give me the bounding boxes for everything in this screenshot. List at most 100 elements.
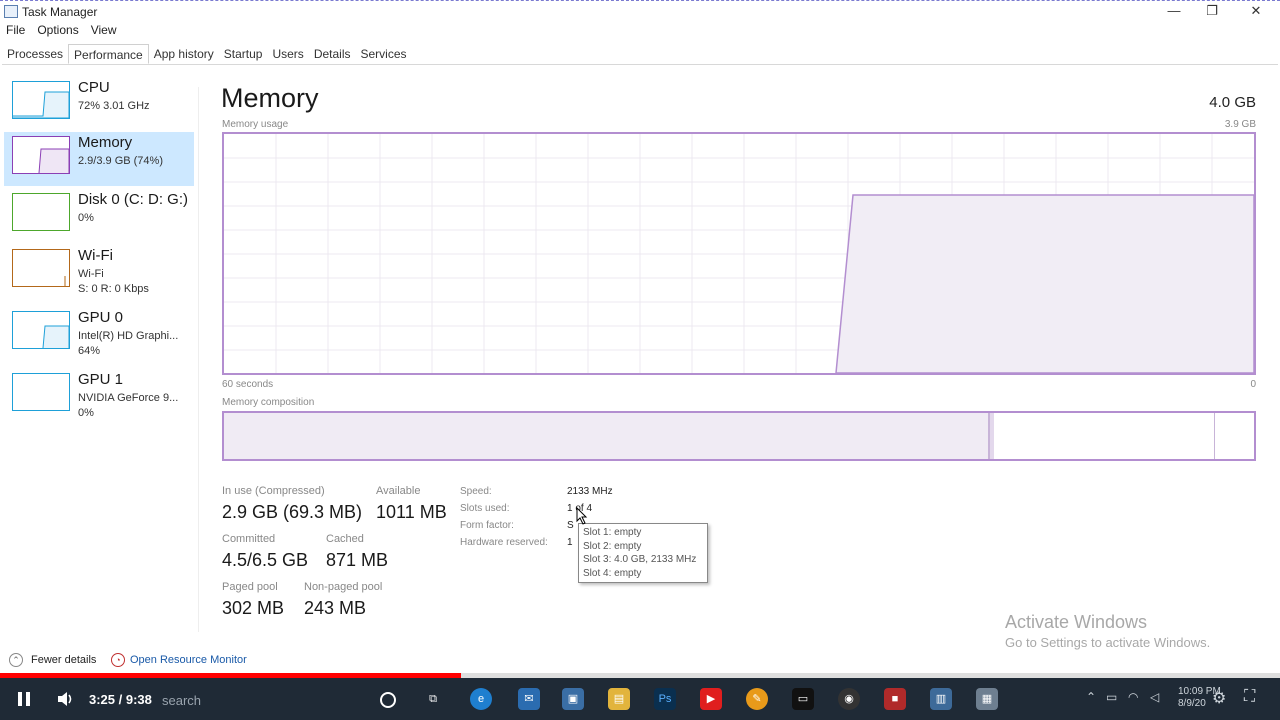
app-icon-orange[interactable]: ✎: [746, 688, 768, 710]
maximize-button[interactable]: ❐: [1192, 2, 1232, 22]
sidebar-item-disk[interactable]: Disk 0 (C: D: G:) 0%: [4, 189, 194, 243]
available-value: 1011 MB: [376, 502, 447, 522]
sidebar-item-cpu[interactable]: CPU 72% 3.01 GHz: [4, 77, 194, 131]
gpu0-thumbnail: [12, 311, 70, 349]
tab-users[interactable]: Users: [267, 44, 308, 64]
photoshop-icon[interactable]: Ps: [654, 688, 676, 710]
fullscreen-icon[interactable]: ⛶: [1244, 688, 1255, 706]
tooltip-line: Slot 1: empty: [583, 527, 642, 538]
tab-startup[interactable]: Startup: [219, 44, 268, 64]
sidebar-item-memory[interactable]: Memory 2.9/3.9 GB (74%): [4, 132, 194, 186]
memory-usage-label: Memory usage: [222, 119, 289, 130]
memory-usage-plot: [224, 134, 1254, 373]
tab-services[interactable]: Services: [356, 44, 412, 64]
hardware-reserved-label: Hardware reserved:: [460, 537, 548, 548]
sidebar-item-sub: 0%: [78, 212, 94, 224]
sidebar-item-gpu0[interactable]: GPU 0 Intel(R) HD Graphi... 64%: [4, 307, 194, 361]
menu-options[interactable]: Options: [37, 23, 78, 41]
open-resource-monitor-link[interactable]: Open Resource Monitor: [130, 654, 247, 666]
form-factor-label: Form factor:: [460, 520, 514, 531]
page-title: Memory: [221, 83, 319, 113]
sidebar-item-wifi[interactable]: Wi-Fi Wi-Fi S: 0 R: 0 Kbps: [4, 245, 194, 299]
disk-thumbnail: [12, 193, 70, 231]
mail-icon[interactable]: ✉: [518, 688, 540, 710]
youtube-icon[interactable]: ▶: [700, 688, 722, 710]
memory-usage-graph: [222, 132, 1256, 375]
sidebar-item-label: Wi-Fi: [78, 247, 113, 264]
tab-bar: Processes Performance App history Startu…: [2, 44, 1278, 65]
sidebar-item-gpu1[interactable]: GPU 1 NVIDIA GeForce 9... 0%: [4, 369, 194, 423]
sidebar-item-sub: Wi-Fi: [78, 268, 104, 280]
close-button[interactable]: ✕: [1236, 2, 1276, 22]
taskbar-search-text[interactable]: search: [162, 693, 201, 708]
task-view-icon[interactable]: ⧉: [422, 688, 444, 710]
composition-standby-divider: [1214, 413, 1215, 459]
resource-monitor-icon[interactable]: ◔: [111, 653, 125, 667]
menu-file[interactable]: File: [6, 23, 25, 41]
minimize-button[interactable]: —: [1154, 2, 1194, 22]
store-icon[interactable]: ▣: [562, 688, 584, 710]
tab-details[interactable]: Details: [309, 44, 356, 64]
file-explorer-icon[interactable]: ▤: [608, 688, 630, 710]
performance-sidebar: CPU 72% 3.01 GHz Memory 2.9/3.9 GB (74%)…: [0, 65, 196, 645]
sidebar-item-sub: Intel(R) HD Graphi...: [78, 330, 179, 342]
slots-label: Slots used:: [460, 503, 510, 514]
sidebar-item-sub: 72% 3.01 GHz: [78, 100, 150, 112]
memory-composition-label: Memory composition: [222, 397, 315, 408]
sidebar-item-sub: NVIDIA GeForce 9...: [78, 392, 179, 404]
composition-in-use: [224, 413, 990, 459]
memory-mini-graph: [38, 148, 70, 174]
task-manager-icon: [4, 5, 18, 18]
cached-label: Cached: [326, 533, 364, 545]
gpu0-mini-graph: [42, 325, 70, 349]
fewer-details-link[interactable]: Fewer details: [31, 654, 96, 666]
sidebar-item-label: CPU: [78, 79, 110, 96]
network-icon[interactable]: ▭: [1106, 690, 1117, 704]
cached-value: 871 MB: [326, 550, 389, 570]
title-bar: Task Manager — ❐ ✕: [0, 1, 1280, 23]
nonpaged-pool-value: 243 MB: [304, 598, 367, 618]
wifi-thumbnail: [12, 249, 70, 287]
task-manager-taskbar-icon[interactable]: ▦: [976, 688, 998, 710]
wifi-tray-icon[interactable]: ◠: [1128, 690, 1138, 704]
sidebar-item-label: GPU 0: [78, 309, 124, 326]
time-end-label: 0: [1250, 379, 1256, 390]
form-factor-value: S: [567, 520, 574, 531]
sidebar-item-sub2: 0%: [78, 407, 94, 419]
cpu-mini-graph: [13, 91, 70, 119]
mouse-cursor-icon: [576, 507, 588, 525]
committed-label: Committed: [222, 533, 276, 545]
volume-icon[interactable]: [56, 690, 76, 708]
tray-chevron-icon[interactable]: ⌃: [1086, 690, 1096, 704]
speaker-icon[interactable]: ◁: [1150, 690, 1159, 704]
speed-label: Speed:: [460, 486, 492, 497]
time-span-label: 60 seconds: [222, 379, 274, 390]
edge-icon[interactable]: e: [470, 688, 492, 710]
committed-value: 4.5/6.5 GB: [222, 550, 309, 570]
pause-icon[interactable]: [14, 689, 34, 709]
sidebar-divider: [198, 87, 199, 632]
taskbar: 3:25 / 9:38 search ⧉ e ✉ ▣ ▤ Ps ▶ ✎ ▭ ◉ …: [0, 678, 1280, 720]
app-icon-blue[interactable]: ▥: [930, 688, 952, 710]
gpu1-thumbnail: [12, 373, 70, 411]
terminal-icon[interactable]: ▭: [792, 688, 814, 710]
chevron-up-icon[interactable]: ⌃: [9, 653, 23, 667]
total-memory: 4.0 GB: [1209, 94, 1256, 111]
tab-performance[interactable]: Performance: [68, 44, 149, 64]
wifi-mini-graph: [64, 276, 66, 286]
tab-processes[interactable]: Processes: [2, 44, 68, 64]
settings-gear-icon[interactable]: ⚙: [1212, 688, 1226, 708]
footer-bar: ⌃ Fewer details ◔ Open Resource Monitor: [0, 649, 1280, 673]
window-title: Task Manager: [22, 5, 98, 19]
menu-view[interactable]: View: [91, 23, 117, 41]
tab-app-history[interactable]: App history: [149, 44, 219, 64]
cortana-icon[interactable]: [380, 692, 396, 708]
in-use-label: In use (Compressed): [222, 485, 325, 497]
hardware-reserved-value: 1: [567, 537, 573, 548]
activate-windows-subtitle: Go to Settings to activate Windows.: [1005, 635, 1211, 650]
memory-composition-bar: [222, 411, 1256, 461]
media-app-icon[interactable]: ◉: [838, 688, 860, 710]
paged-pool-label: Paged pool: [222, 581, 278, 593]
video-time: 3:25 / 9:38: [89, 692, 152, 707]
recorder-icon[interactable]: ■: [884, 688, 906, 710]
